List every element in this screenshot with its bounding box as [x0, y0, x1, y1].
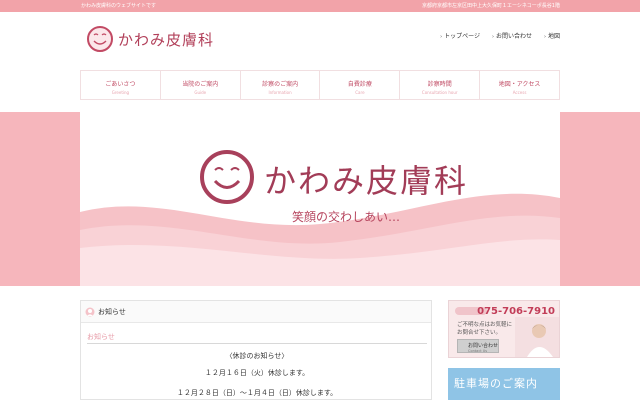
chevron-right-icon: ›	[543, 34, 546, 40]
news-header: お知らせ	[81, 301, 431, 323]
contact-text-line: ご不明な点はお気軽に	[457, 322, 513, 328]
nav-item-greeting[interactable]: ごあいさつ Greeting	[80, 71, 160, 99]
contact-text: ご不明な点はお気軽に お問合せ下さい。	[457, 321, 512, 337]
chevron-right-icon: ›	[491, 34, 494, 40]
hero-title: かわみ皮膚科	[264, 162, 469, 200]
contact-text-line: お問合せ下さい。	[457, 330, 502, 336]
logo-text: かわみ皮膚科	[118, 30, 215, 49]
nav-item-sublabel: Consultation hour	[421, 90, 458, 95]
global-nav: ごあいさつ Greeting 当院のご案内 Guide 診察のご案内 Infor…	[80, 70, 560, 100]
news-subheading: お知らせ	[87, 333, 115, 341]
site-logo[interactable]: かわみ皮膚科	[86, 24, 214, 54]
nav-item-sublabel: Guide	[194, 90, 207, 95]
staff-photo-icon	[515, 317, 559, 357]
utility-nav: › トップページ › お問い合わせ › 地図	[440, 31, 560, 40]
nav-item-label: ごあいさつ	[105, 81, 136, 88]
nav-item-care[interactable]: 自費診療 Care	[319, 71, 399, 99]
contact-banner[interactable]: 075-706-7910 ご不明な点はお気軽に お問合せ下さい。 お問い合わせ …	[448, 300, 560, 358]
phone-number: 075-706-7910	[477, 306, 555, 317]
nav-item-label: 当院のご案内	[182, 81, 219, 88]
nav-item-label: 地図・アクセス	[498, 81, 541, 88]
news-heading: お知らせ	[98, 307, 126, 316]
nav-item-guide[interactable]: 当院のご案内 Guide	[159, 71, 240, 99]
util-link-contact[interactable]: › お問い合わせ	[492, 31, 532, 40]
nav-item-label: 自費診療	[347, 81, 372, 88]
news-line: １２月２８日（日）〜１月４日（日）休診します。	[176, 389, 338, 397]
util-link-map[interactable]: › 地図	[544, 31, 560, 40]
util-link-label: お問い合わせ	[495, 33, 532, 40]
hero-subtitle: 笑顔の交わしあい…	[292, 210, 401, 224]
util-link-label: トップページ	[444, 33, 480, 40]
nav-item-sublabel: Care	[355, 90, 365, 95]
parking-label: 駐車場のご案内	[454, 377, 538, 390]
nav-item-hours[interactable]: 診察時間 Consultation hour	[399, 71, 479, 99]
nav-item-label: 診察のご案内	[262, 81, 299, 88]
hero-banner: かわみ皮膚科 笑顔の交わしあい…	[0, 112, 640, 286]
nav-item-sublabel: Access	[512, 90, 527, 95]
nav-item-information[interactable]: 診察のご案内 Information	[239, 71, 320, 99]
nav-item-label: 診察時間	[427, 81, 452, 88]
top-bar: かわみ皮膚科のウェブサイトです 京都府京都市左京区田中上大久保町１エーシネコーポ…	[0, 0, 640, 12]
contact-button[interactable]: お問い合わせ Contact Us	[457, 339, 499, 353]
site-tagline: かわみ皮膚科のウェブサイトです	[81, 3, 157, 9]
nav-item-sublabel: Information	[268, 90, 292, 95]
hero-inner: かわみ皮膚科 笑顔の交わしあい…	[80, 112, 560, 286]
nav-item-access[interactable]: 地図・アクセス Access	[479, 71, 560, 99]
chevron-right-icon: ›	[440, 34, 443, 40]
clinic-address: 京都府京都市左京区田中上大久保町１エーシネコーポ長谷1階	[422, 3, 560, 9]
person-icon	[85, 307, 95, 316]
hero-smile-icon	[200, 150, 254, 204]
util-link-top[interactable]: › トップページ	[440, 31, 480, 40]
news-line: 〈休診のお知らせ〉	[225, 352, 289, 360]
contact-button-sublabel: Contact Us	[468, 349, 488, 353]
util-link-label: 地図	[547, 33, 560, 40]
nav-item-sublabel: Greeting	[111, 90, 130, 95]
divider	[87, 343, 427, 344]
parking-banner[interactable]: 駐車場のご案内	[448, 368, 560, 400]
smile-logo-icon	[87, 26, 113, 52]
news-line: １２月１６日（火）休診します。	[204, 369, 310, 377]
news-panel: お知らせ お知らせ 〈休診のお知らせ〉 １２月１６日（火）休診します。 １２月２…	[80, 300, 432, 400]
